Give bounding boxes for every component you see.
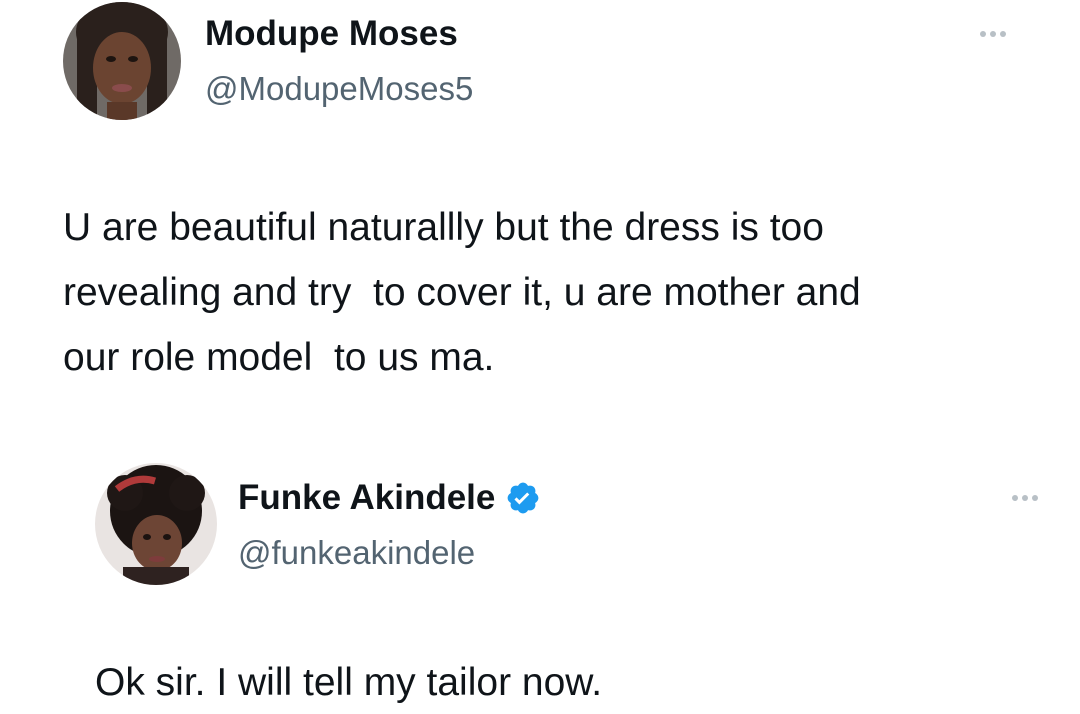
more-horizontal-icon	[1012, 495, 1018, 501]
tweet[interactable]: Modupe Moses @ModupeMoses5 U are beautif…	[0, 0, 1080, 400]
verified-badge-icon	[508, 482, 539, 514]
display-name[interactable]: Modupe Moses	[205, 14, 458, 54]
tweet-text: Ok sir. I will tell my tailor now.	[95, 661, 603, 704]
display-name[interactable]: Funke Akindele	[238, 478, 541, 518]
more-horizontal-icon	[980, 31, 986, 37]
more-dot	[1022, 495, 1028, 501]
more-options-button[interactable]	[1008, 491, 1042, 505]
avatar[interactable]	[95, 463, 217, 585]
more-dot	[1000, 31, 1006, 37]
tweet-thread: Modupe Moses @ModupeMoses5 U are beautif…	[0, 0, 1080, 714]
user-handle[interactable]: @funkeakindele	[238, 534, 475, 572]
more-dot	[990, 31, 996, 37]
display-name-text[interactable]: Modupe Moses	[205, 14, 458, 54]
more-options-button[interactable]	[976, 27, 1010, 41]
more-dot	[1032, 495, 1038, 501]
avatar[interactable]	[63, 2, 181, 120]
user-handle[interactable]: @ModupeMoses5	[205, 70, 473, 108]
display-name-text[interactable]: Funke Akindele	[238, 478, 495, 518]
tweet-text: U are beautiful naturallly but the dress…	[63, 206, 861, 379]
tweet[interactable]: Funke Akindele @funkeakindele Ok sir. I …	[0, 460, 1080, 714]
